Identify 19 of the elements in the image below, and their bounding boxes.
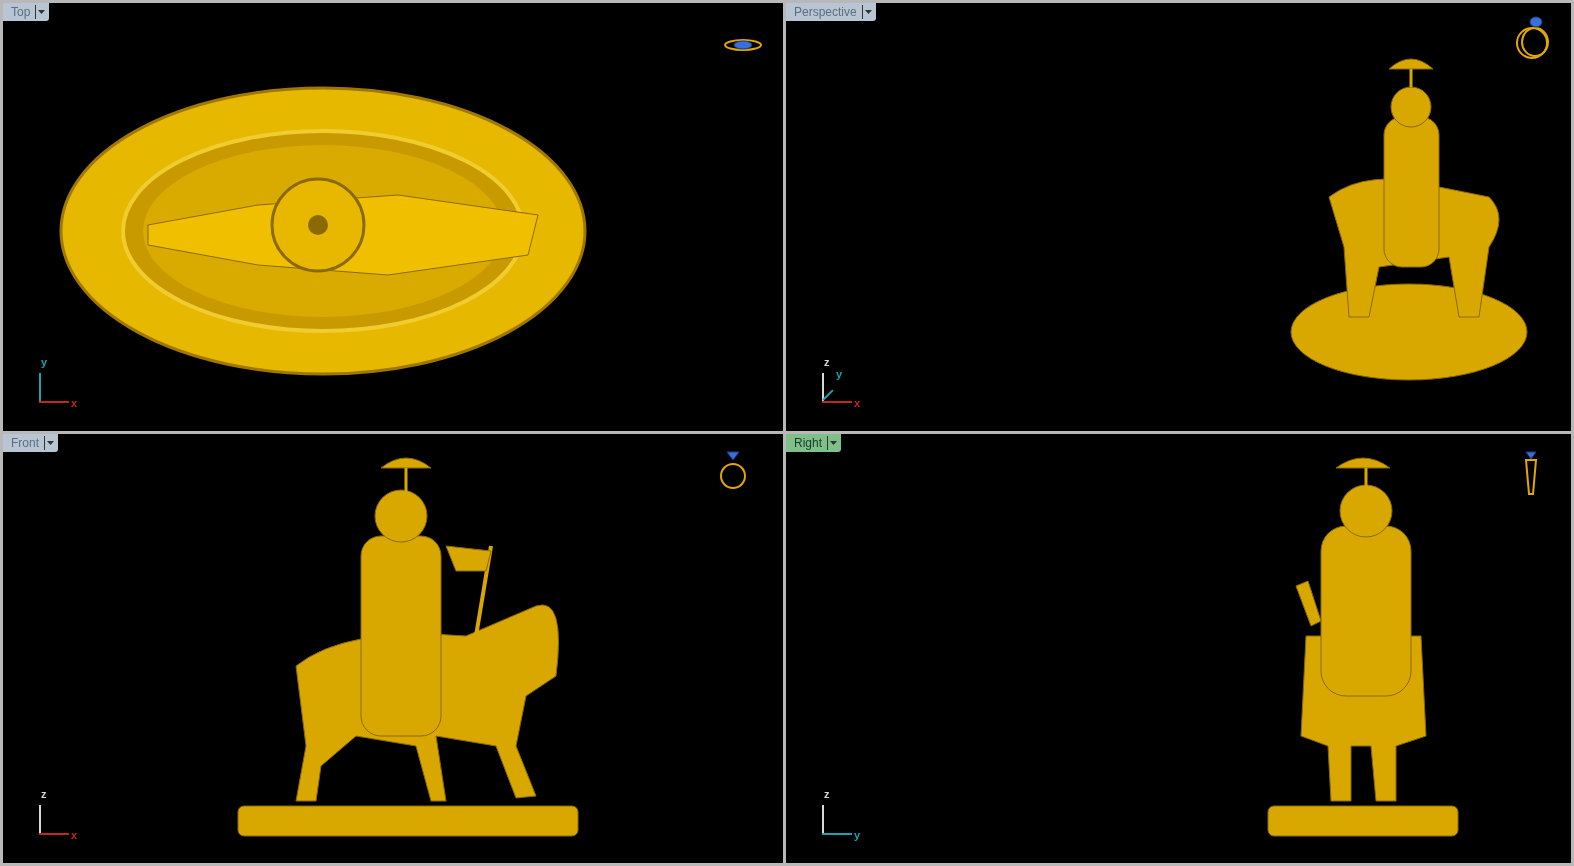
viewport[interactable]: Perspective z y x — [786, 3, 1571, 431]
dropdown-caret-icon — [830, 441, 837, 445]
axis-label: x — [71, 398, 78, 409]
viewport-title-tab[interactable]: Right — [786, 434, 841, 452]
dropdown-caret-icon — [38, 10, 46, 14]
axis-label: y — [41, 357, 48, 368]
axis-label: x — [71, 830, 78, 841]
ring-icon — [1515, 15, 1551, 61]
viewport[interactable]: Front z x — [3, 434, 783, 863]
axis-label: y — [836, 369, 843, 380]
viewport[interactable]: Top y x — [3, 3, 783, 431]
axis-label: z — [824, 789, 830, 800]
dropdown-caret-icon — [47, 441, 54, 445]
axis-label: z — [824, 357, 830, 368]
viewport[interactable]: Right z y — [786, 434, 1571, 863]
axis-label: y — [854, 830, 861, 841]
dropdown-caret-icon — [864, 10, 872, 14]
axis-label: x — [854, 398, 861, 409]
axis-label: z — [41, 789, 47, 800]
